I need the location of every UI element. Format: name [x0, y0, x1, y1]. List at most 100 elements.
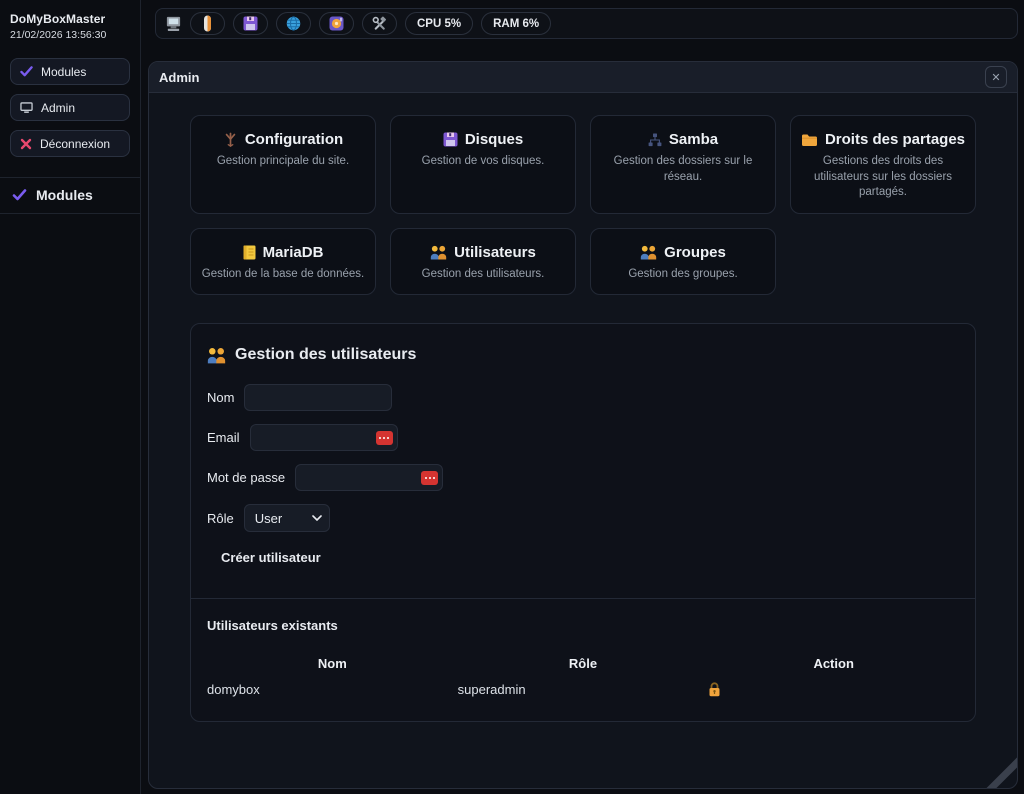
- sidebar-button-admin[interactable]: Admin: [10, 94, 130, 121]
- nom-input-wrap: [244, 384, 392, 411]
- card-disques[interactable]: Disques Gestion de vos disques.: [390, 115, 576, 214]
- disk-button[interactable]: [233, 12, 268, 35]
- role-select[interactable]: User: [244, 504, 330, 532]
- thermometer-button[interactable]: [190, 12, 225, 35]
- users-icon: [640, 245, 657, 260]
- field-row-nom: Nom: [207, 384, 959, 411]
- card-title-row: Utilisateurs: [399, 244, 567, 261]
- ellipsis-dots: [425, 477, 427, 479]
- ledger-icon: [243, 245, 256, 260]
- card-mariadb[interactable]: MariaDB Gestion de la base de données.: [190, 228, 376, 296]
- card-title-row: Configuration: [199, 131, 367, 148]
- close-button[interactable]: ✕: [985, 66, 1007, 88]
- card-title: MariaDB: [263, 244, 324, 261]
- topbar: CPU 5% RAM 6%: [155, 8, 1018, 39]
- card-subtitle: Gestion des groupes.: [599, 267, 767, 283]
- ram-usage-pill: RAM 6%: [481, 12, 551, 35]
- ram-usage-label: RAM 6%: [493, 18, 539, 30]
- minidisc-icon: [329, 16, 344, 31]
- network-icon: [648, 133, 662, 147]
- check-icon: [20, 66, 33, 77]
- card-title-row: Samba: [599, 131, 767, 148]
- resize-handle[interactable]: [985, 756, 1017, 788]
- email-input-wrap: [250, 424, 398, 451]
- create-user-button[interactable]: Créer utilisateur: [221, 550, 321, 565]
- monitor-icon: [20, 102, 33, 114]
- tools-icon: [372, 16, 387, 31]
- card-title: Configuration: [245, 131, 343, 148]
- sidebar-button-label: Admin: [41, 101, 75, 115]
- card-title: Disques: [465, 131, 523, 148]
- close-icon: ✕: [991, 71, 1000, 84]
- field-row-email: Email: [207, 424, 959, 451]
- user-row-nom: domybox: [207, 682, 458, 697]
- card-samba[interactable]: Samba Gestion des dossiers sur le réseau…: [590, 115, 776, 214]
- sidebar-section-modules: Modules: [10, 178, 130, 213]
- network-button[interactable]: [276, 12, 311, 35]
- card-title: Samba: [669, 131, 718, 148]
- computer-icon[interactable]: [165, 16, 182, 32]
- services-button[interactable]: [362, 12, 397, 35]
- sidebar-divider: [0, 213, 140, 214]
- bare-tree-icon: [223, 131, 238, 148]
- role-label: Rôle: [207, 511, 234, 526]
- card-utilisateurs[interactable]: Utilisateurs Gestion des utilisateurs.: [390, 228, 576, 296]
- password-manager-icon[interactable]: [421, 471, 438, 485]
- thermometer-icon: [203, 15, 212, 32]
- sidebar-section-label: Modules: [36, 187, 93, 203]
- panel-heading-label: Gestion des utilisateurs: [235, 346, 416, 364]
- ellipsis-dots: [379, 437, 381, 439]
- window-title: Admin: [159, 70, 199, 85]
- card-droits-des-partages[interactable]: Droits des partages Gestions des droits …: [790, 115, 976, 214]
- field-row-password: Mot de passe: [207, 464, 959, 491]
- column-header-nom: Nom: [207, 656, 458, 671]
- password-label: Mot de passe: [207, 470, 285, 485]
- sidebar-button-deconnexion[interactable]: Déconnexion: [10, 130, 130, 157]
- card-groupes[interactable]: Groupes Gestion des groupes.: [590, 228, 776, 296]
- cpu-usage-label: CPU 5%: [417, 18, 461, 30]
- field-row-role: Rôle User: [207, 504, 959, 532]
- password-manager-icon[interactable]: [376, 431, 393, 445]
- panel-divider: [191, 598, 975, 599]
- sidebar-button-label: Modules: [41, 65, 86, 79]
- user-management-panel: Gestion des utilisateurs Nom Email: [190, 323, 976, 722]
- floppy-disk-icon: [243, 16, 258, 31]
- users-table: Nom Rôle Action domybox superadmin: [207, 656, 959, 697]
- main-area: CPU 5% RAM 6% Admin ✕: [141, 0, 1024, 794]
- card-title-row: Disques: [399, 131, 567, 148]
- users-table-heading: Utilisateurs existants: [207, 618, 959, 633]
- window-header[interactable]: Admin ✕: [149, 62, 1017, 93]
- x-icon: [20, 138, 32, 150]
- lock-icon[interactable]: [708, 682, 721, 697]
- card-subtitle: Gestion principale du site.: [199, 154, 367, 170]
- nom-input[interactable]: [244, 384, 392, 411]
- card-subtitle: Gestion des utilisateurs.: [399, 267, 567, 283]
- sidebar: DoMyBoxMaster 21/02/2026 13:56:30 Module…: [0, 0, 141, 794]
- password-input-wrap: [295, 464, 443, 491]
- card-subtitle: Gestions des droits des utilisateurs sur…: [799, 154, 967, 201]
- datetime-display: 21/02/2026 13:56:30: [10, 29, 130, 41]
- users-icon: [430, 245, 447, 260]
- card-configuration[interactable]: Configuration Gestion principale du site…: [190, 115, 376, 214]
- nom-label: Nom: [207, 390, 234, 405]
- card-title-row: Groupes: [599, 244, 767, 261]
- sidebar-button-modules[interactable]: Modules: [10, 58, 130, 85]
- module-cards-grid: Configuration Gestion principale du site…: [190, 115, 976, 295]
- floppy-disk-icon: [443, 132, 458, 147]
- role-select-wrap: User: [244, 504, 330, 532]
- card-subtitle: Gestion de vos disques.: [399, 154, 567, 170]
- user-row-role: superadmin: [458, 682, 709, 697]
- admin-window: Admin ✕ Configuration: [148, 61, 1018, 789]
- card-title: Droits des partages: [825, 131, 965, 148]
- card-subtitle: Gestion des dossiers sur le réseau.: [599, 154, 767, 185]
- media-button[interactable]: [319, 12, 354, 35]
- brand-title: DoMyBoxMaster: [10, 12, 130, 26]
- card-subtitle: Gestion de la base de données.: [199, 267, 367, 283]
- card-title: Utilisateurs: [454, 244, 536, 261]
- check-icon: [12, 189, 27, 201]
- folder-icon: [801, 133, 818, 147]
- card-title-row: Droits des partages: [799, 131, 967, 148]
- window-body: Configuration Gestion principale du site…: [149, 93, 1017, 788]
- user-row-action: [708, 682, 959, 697]
- panel-heading: Gestion des utilisateurs: [207, 346, 959, 364]
